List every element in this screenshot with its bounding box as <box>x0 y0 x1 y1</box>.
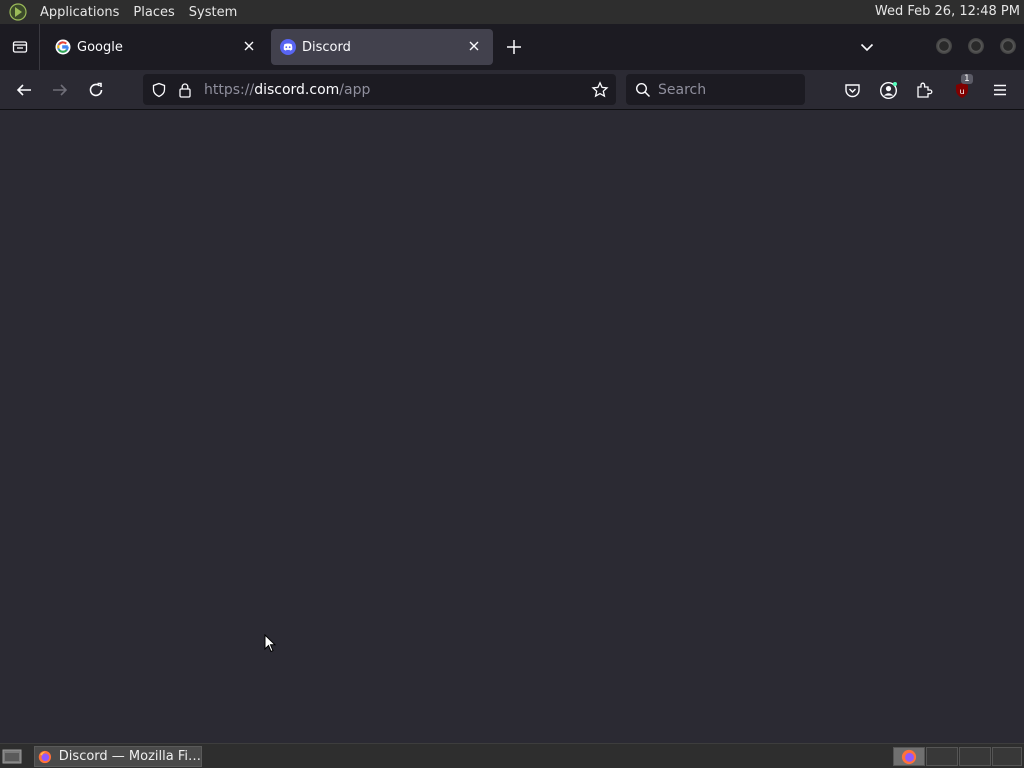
page-content[interactable] <box>0 110 1024 743</box>
firefox-icon <box>901 749 917 765</box>
pocket-button[interactable] <box>842 80 862 100</box>
svg-text:u: u <box>959 87 964 96</box>
tab-title: Discord <box>302 39 351 55</box>
reload-button[interactable] <box>86 80 106 100</box>
discord-icon <box>280 39 296 55</box>
tab-bar: Google Discord <box>0 24 1024 70</box>
places-menu[interactable]: Places <box>126 5 181 20</box>
close-tab-icon[interactable] <box>467 39 481 53</box>
system-menu[interactable]: System <box>182 5 244 20</box>
clock[interactable]: Wed Feb 26, 12:48 PM <box>875 4 1020 19</box>
firefox-view-icon <box>12 41 27 53</box>
top-panel: Applications Places System Wed Feb 26, 1… <box>0 0 1024 24</box>
address-bar[interactable]: https://discord.com/app <box>143 74 616 105</box>
account-button[interactable] <box>878 80 898 100</box>
url-path: /app <box>339 81 371 98</box>
ublock-origin-button[interactable]: u 1 <box>952 74 973 100</box>
hamburger-menu-icon <box>994 84 1006 96</box>
maximize-window-button[interactable] <box>968 38 984 54</box>
workspace-3[interactable] <box>959 747 991 766</box>
search-bar[interactable]: Search <box>626 74 805 105</box>
workspace-2[interactable] <box>926 747 958 766</box>
mouse-cursor-icon <box>264 634 276 653</box>
lock-icon[interactable] <box>178 82 192 98</box>
puzzle-piece-icon <box>917 82 933 98</box>
firefox-view-button[interactable] <box>0 24 40 70</box>
search-icon <box>635 82 651 97</box>
bottom-panel: Discord — Mozilla Fi… <box>0 743 1024 768</box>
distro-logo-icon[interactable] <box>9 3 27 21</box>
applications-menu[interactable]: Applications <box>33 5 126 20</box>
reload-icon <box>89 82 103 97</box>
show-desktop-icon[interactable] <box>2 748 22 764</box>
search-placeholder: Search <box>658 81 707 98</box>
forward-arrow-icon <box>53 84 68 96</box>
taskbar-window-title: Discord — Mozilla Fi… <box>58 749 201 764</box>
tracking-protection-shield-icon[interactable] <box>151 82 167 98</box>
close-window-button[interactable] <box>1000 38 1016 54</box>
tab-google[interactable]: Google <box>46 29 268 65</box>
nav-bar: https://discord.com/app Search u 1 <box>0 70 1024 110</box>
extensions-button[interactable] <box>914 80 934 100</box>
app-menu-button[interactable] <box>990 80 1010 100</box>
back-button[interactable] <box>14 80 34 100</box>
account-avatar-icon <box>879 81 897 99</box>
bookmark-star-icon[interactable] <box>591 81 609 99</box>
url-host: discord.com <box>254 81 340 98</box>
firefox-icon <box>38 750 52 763</box>
extension-badge: 1 <box>961 74 973 84</box>
workspace-4[interactable] <box>992 747 1022 766</box>
tab-title: Google <box>77 39 123 55</box>
forward-button[interactable] <box>50 80 70 100</box>
url-scheme: https:// <box>204 81 255 98</box>
back-arrow-icon <box>16 84 31 96</box>
google-icon <box>55 39 71 55</box>
tab-discord[interactable]: Discord <box>271 29 493 65</box>
close-tab-icon[interactable] <box>242 39 256 53</box>
list-all-tabs-chevron-icon[interactable] <box>859 39 875 55</box>
taskbar-window-button[interactable]: Discord — Mozilla Fi… <box>34 746 202 767</box>
minimize-window-button[interactable] <box>936 38 952 54</box>
url-text[interactable]: https://discord.com/app <box>204 82 370 98</box>
pocket-icon <box>844 83 860 97</box>
new-tab-icon[interactable] <box>505 38 523 56</box>
workspace-1[interactable] <box>893 747 925 766</box>
